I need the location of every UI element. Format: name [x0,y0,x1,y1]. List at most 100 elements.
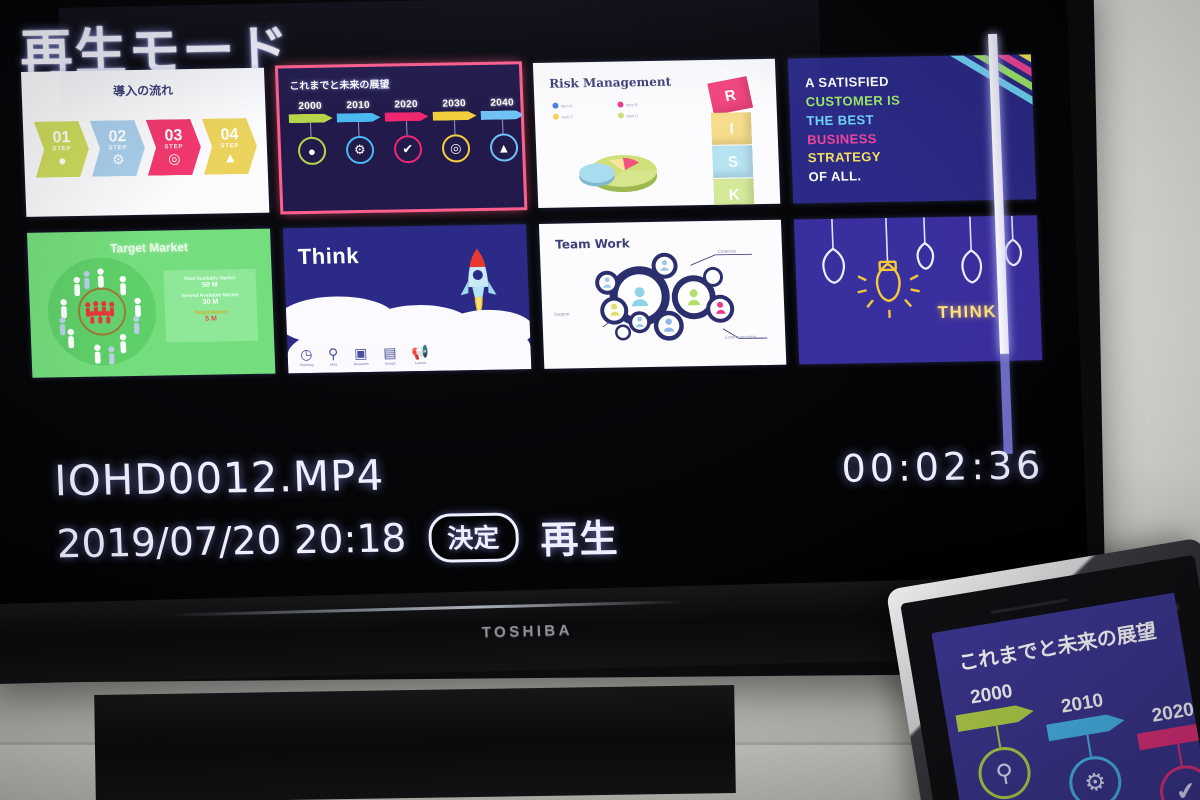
tablet-bezel: これまでと未来の展望 2000 ⚲ 2010 ⚙ 2020 ✔ [900,554,1200,800]
icon-label: Planning [299,362,314,368]
timeline-2000-year: 2000 [298,100,323,113]
target-icon: ◎ [167,149,181,167]
risk-blocks: R I S K [707,76,759,208]
timeline-2040-arrow [480,110,524,120]
timeline-2030-arrow [432,111,476,121]
screen-surface: 再生モード 導入の流れ 01 STEP ● 02 STEP ⚙ 03 STEP … [0,0,1089,605]
enter-key-badge[interactable]: 決定 [427,512,520,563]
risk-block-r: R [707,76,754,116]
thumbnail-slide-2[interactable]: これまでと未来の展望 2000 ● 2010 ⚙ 2020 ✔ 2030 ◎ 2… [274,61,527,215]
step-02-number: 02 [108,127,127,146]
thumbnail-row-1: 導入の流れ 01 STEP ● 02 STEP ⚙ 03 STEP ◎ 04 S… [20,54,1037,217]
legend-label: Item D [626,112,639,118]
timeline-2020-stem [406,121,408,136]
tablet-timeline-2010: 2010 ⚙ [1042,687,1142,800]
bulb-icon: ⚲ [974,743,1035,800]
step-04-number: 04 [220,125,239,144]
megaphone-icon: 📢 Launch [411,343,430,366]
tablet-stem-2000 [995,725,1002,748]
timeline-2040: 2040 ▲ [480,97,525,162]
slide-1-steps: 01 STEP ● 02 STEP ⚙ 03 STEP ◎ 04 STEP ▲ [34,118,260,178]
photo-scene: 再生モード 導入の流れ 01 STEP ● 02 STEP ⚙ 03 STEP … [0,0,1200,800]
timeline-2010: 2010 ⚙ [336,100,382,165]
chart-icon: ▲ [223,148,238,166]
timeline-2010-year: 2010 [346,99,371,112]
step-01-number: 01 [52,128,71,147]
timeline-2040-stem [502,119,504,134]
step-03-number: 03 [164,126,183,145]
tablet-screen: これまでと未来の展望 2000 ⚲ 2010 ⚙ 2020 ✔ [931,592,1200,800]
thumbnail-slide-3[interactable]: Risk Management Item A Item B Item C Ite… [532,58,781,208]
quote-line-5: STRATEGY [807,149,882,166]
market-stats: Total Available Market 50 M Served Avail… [163,268,258,343]
pie-chart [578,154,657,193]
step-04: 04 STEP ▲ [202,118,258,175]
gear-label-creativity: Creativity [717,248,737,254]
info-row-datetime: 2019/07/20 20:18 決定 再生 [56,500,1048,572]
slide-8-caption: THINK. [937,301,1004,322]
legend-item: Item A [551,102,607,109]
stat-3-value: 5 M [205,315,218,323]
play-action-label: 再生 [539,516,620,562]
people-ring-icons [59,268,141,365]
gear-icon: ⚙ [345,135,375,165]
thumbnail-slide-7[interactable]: Team Work Creativity Support Communicati… [538,219,787,369]
thumbnail-slide-6[interactable]: Think ◷ Planning ⚲ Idea ▣ Research ▤ Des… [282,224,531,374]
slide-6-icons: ◷ Planning ⚲ Idea ▣ Research ▤ Design 📢 … [299,343,430,368]
step-02: 02 STEP ⚙ [90,120,146,177]
thumbnail-slide-5[interactable]: Target Market Total Available Market 50 … [27,228,276,378]
gear-icon: ⚙ [1065,752,1126,800]
clock-icon: ◷ Planning [299,345,314,368]
slide-5-title: Target Market [109,240,189,256]
timeline-2000-stem [310,122,312,137]
tv-screen: 再生モード 導入の流れ 01 STEP ● 02 STEP ⚙ 03 STEP … [0,0,1089,605]
timeline-2020-year: 2020 [394,99,419,111]
timeline-2030: 2030 ◎ [432,98,478,163]
people-circle [45,256,159,367]
slide-3-legend: Item A Item B Item C Item D [551,100,683,120]
check-icon: ✔ [1156,761,1200,800]
tablet-stem-2010 [1086,734,1093,757]
legend-label: Item C [561,113,574,120]
legend-label: Item B [625,101,638,107]
gears-diagram [594,252,767,341]
timeline-2030-year: 2030 [442,98,467,110]
legend-item: Item D [617,112,672,119]
recorded-datetime: 2019/07/20 20:18 [55,516,408,568]
gear-label-communication: Communication [724,334,757,340]
timeline-2010-stem [358,122,360,137]
legend-dot [617,112,624,119]
monitor-icon: ▣ Research [353,344,369,367]
bulb-icon: ● [297,136,327,166]
legend-label: Item A [560,102,573,109]
info-row-filename: IOHD0012.MP4 00:02:36 [53,439,1045,505]
duration-label: 00:02:36 [840,443,1046,491]
risk-block-s: S [712,145,754,178]
thumbnail-slide-1[interactable]: 導入の流れ 01 STEP ● 02 STEP ⚙ 03 STEP ◎ 04 S… [20,67,270,217]
legend-dot [552,113,559,120]
timeline-2000-arrow [288,114,332,124]
icon-label: Launch [414,360,427,366]
slide-6-title: Think [297,243,360,270]
tablet-timeline: 2000 ⚲ 2010 ⚙ 2020 ✔ [951,649,1200,800]
legend-dot [616,101,624,108]
slide-3-title: Risk Management [548,74,672,91]
timeline-2020: 2020 ✔ [384,99,430,164]
tablet-stem-2020 [1177,743,1183,766]
bulb-icon: ⚲ Idea [327,345,339,367]
icon-label: Design [384,361,396,366]
tv-stand [94,684,736,800]
target-icon: ◎ [441,134,471,163]
timeline-2010-arrow [336,113,380,123]
timeline-2030-stem [454,120,456,135]
slide-4-quote: A SATISFIED CUSTOMER IS THE BEST BUSINES… [805,73,904,188]
quote-line-1: A SATISFIED [804,73,890,91]
icon-label: Idea [330,362,338,367]
bulb-icon: ● [57,151,67,169]
quote-line-4: BUSINESS [806,130,878,147]
legend-item: Item B [616,101,672,108]
gear-icon: ⚙ [111,150,125,168]
chart-icon: ▲ [489,133,519,162]
timeline-2020-arrow [384,112,428,122]
step-03: 03 STEP ◎ [146,119,202,176]
